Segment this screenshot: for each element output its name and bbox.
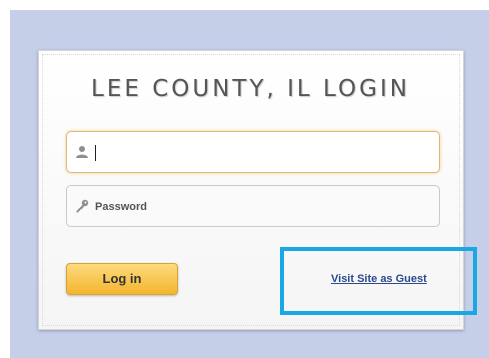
key-icon — [76, 199, 89, 213]
login-button[interactable]: Log in — [66, 263, 178, 295]
username-input[interactable] — [95, 138, 425, 166]
text-cursor — [95, 145, 96, 161]
page-title: LEE COUNTY, IL LOGIN — [91, 76, 410, 102]
highlight-box — [280, 247, 477, 315]
password-field[interactable] — [66, 185, 440, 227]
user-icon — [76, 146, 88, 158]
username-field[interactable] — [66, 131, 440, 173]
password-input[interactable] — [95, 192, 425, 220]
